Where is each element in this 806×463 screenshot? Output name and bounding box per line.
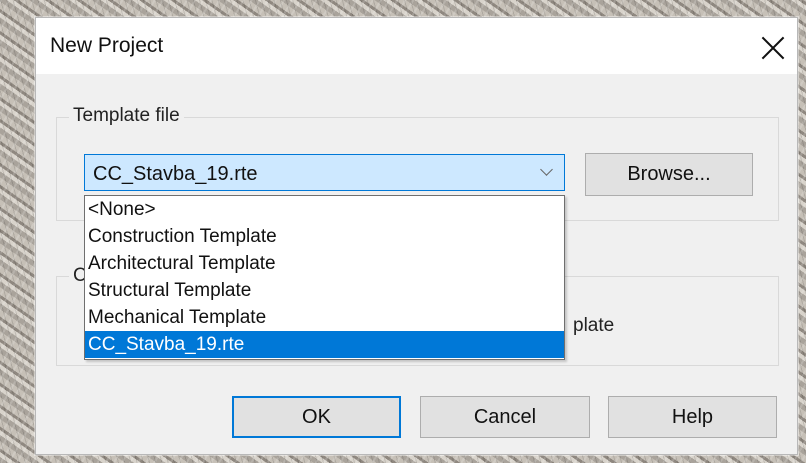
template-file-value: CC_Stavba_19.rte (93, 163, 258, 185)
close-icon[interactable] (753, 28, 793, 68)
dropdown-option-cc-stavba-19[interactable]: CC_Stavba_19.rte (85, 331, 564, 358)
template-file-combo[interactable]: CC_Stavba_19.rte (84, 154, 565, 191)
title-bar: New Project (36, 18, 797, 74)
dropdown-option-none[interactable]: <None> (85, 196, 564, 223)
dropdown-option-construction-template[interactable]: Construction Template (85, 223, 564, 250)
help-button[interactable]: Help (608, 396, 777, 438)
browse-button[interactable]: Browse... (585, 153, 753, 196)
dropdown-option-mechanical-template[interactable]: Mechanical Template (85, 304, 564, 331)
cancel-button[interactable]: Cancel (420, 396, 590, 438)
ok-button[interactable]: OK (232, 396, 401, 438)
chevron-down-icon[interactable] (540, 165, 554, 179)
template-file-label: Template file (69, 105, 184, 127)
template-option-text: plate (573, 315, 615, 336)
dropdown-option-architectural-template[interactable]: Architectural Template (85, 250, 564, 277)
template-file-dropdown[interactable]: <None> Construction Template Architectur… (84, 195, 565, 360)
dialog-title: New Project (50, 34, 164, 57)
dropdown-option-structural-template[interactable]: Structural Template (85, 277, 564, 304)
new-project-dialog: New Project Template file C plate CC_Sta… (35, 17, 798, 455)
